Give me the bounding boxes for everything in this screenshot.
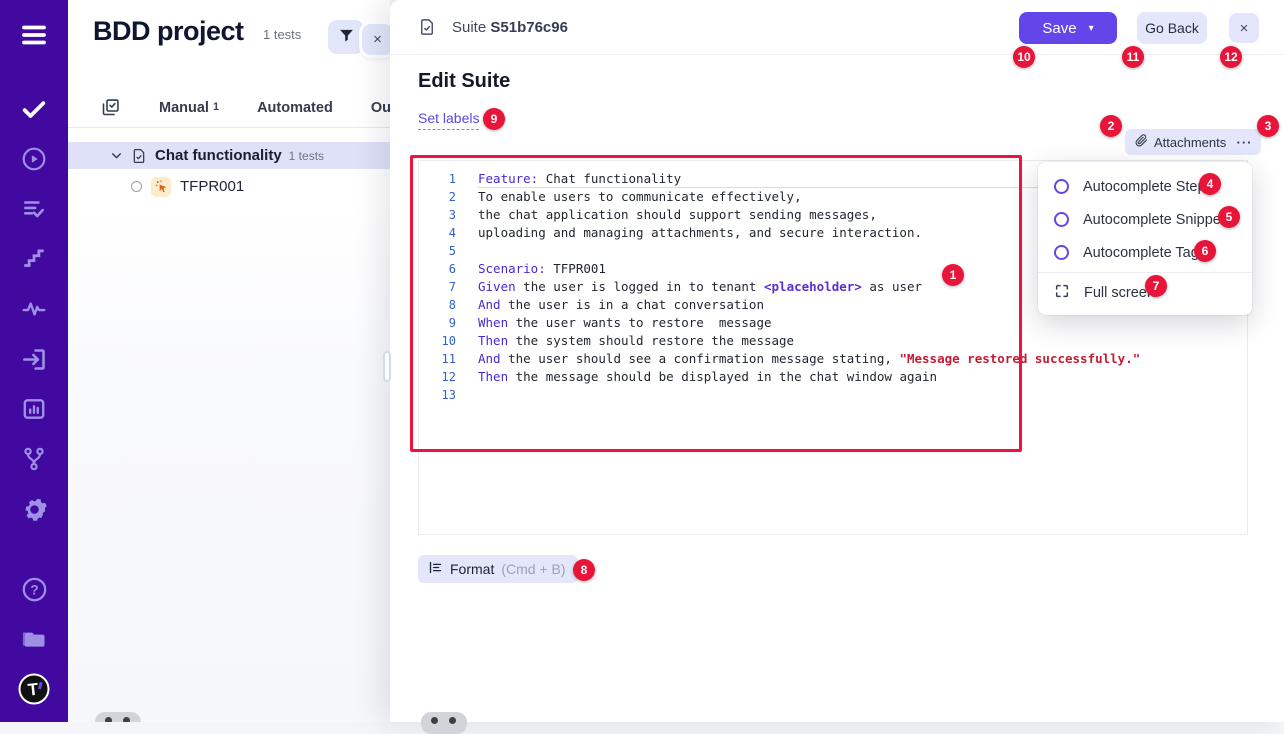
format-shortcut: (Cmd + B) — [501, 561, 565, 577]
tab-manual-count: 1 — [213, 101, 219, 113]
svg-text:?: ? — [30, 582, 38, 597]
line-number: 4 — [419, 224, 478, 242]
panel-resize-handle[interactable] — [383, 351, 391, 382]
editor-line: 12Then the message should be displayed i… — [419, 368, 1247, 386]
line-number: 11 — [419, 350, 478, 368]
annotation-badge-8: 8 — [573, 559, 595, 581]
filter-funnel-icon — [338, 27, 355, 47]
menu-item-autocomplete-tags[interactable]: Autocomplete Tags — [1038, 236, 1252, 269]
test-magic-cursor-icon — [151, 177, 171, 197]
line-number: 10 — [419, 332, 478, 350]
indent-icon — [428, 560, 443, 578]
filter-tabs: Manual 1 Automated Out of sync — [68, 88, 390, 128]
icon-rail: ? T — [0, 0, 68, 722]
test-status-circle[interactable] — [131, 181, 142, 192]
fullscreen-icon — [1054, 283, 1070, 303]
project-title: BDD project — [93, 16, 244, 47]
suite-doc-icon — [418, 18, 436, 36]
editor-line: 13 — [419, 386, 1247, 404]
annotation-badge-1: 1 — [942, 264, 964, 286]
editor-line: 10Then the system should restore the mes… — [419, 332, 1247, 350]
annotation-badge-11: 11 — [1122, 46, 1144, 68]
project-tests-count: 1 tests — [263, 27, 301, 42]
annotation-badge-12: 12 — [1220, 46, 1242, 68]
test-plans-icon[interactable] — [0, 184, 68, 234]
drawer-header: Suite S51b76c96 Save ▾ Go Back × — [390, 0, 1284, 55]
line-number: 3 — [419, 206, 478, 224]
page-title: Edit Suite — [418, 70, 510, 93]
annotation-badge-6: 6 — [1194, 240, 1216, 262]
hidden-widget-left[interactable] — [95, 712, 141, 722]
annotation-badge-5: 5 — [1218, 206, 1240, 228]
editor-line: 11And the user should see a confirmation… — [419, 350, 1247, 368]
annotation-badge-10: 10 — [1013, 46, 1035, 68]
menu-separator — [1038, 272, 1252, 273]
annotation-badge-3: 3 — [1257, 115, 1279, 137]
hidden-widget-right[interactable] — [421, 712, 467, 734]
import-icon[interactable] — [0, 334, 68, 384]
chevron-down-icon[interactable] — [110, 149, 123, 162]
tests-check-icon[interactable] — [0, 84, 68, 134]
format-button[interactable]: Format (Cmd + B) — [418, 555, 578, 583]
copy-check-icon[interactable] — [100, 97, 121, 118]
annotation-badge-4: 4 — [1199, 173, 1221, 195]
line-number: 1 — [419, 170, 478, 188]
close-icon: × — [373, 31, 382, 48]
line-number: 5 — [419, 242, 478, 260]
save-button[interactable]: Save ▾ — [1019, 12, 1117, 44]
tab-automated[interactable]: Automated — [257, 100, 333, 116]
line-number: 12 — [419, 368, 478, 386]
steps-stairs-icon[interactable] — [0, 234, 68, 284]
tab-manual[interactable]: Manual 1 — [159, 100, 219, 116]
attachments-button[interactable]: Attachments — [1125, 129, 1238, 155]
line-number: 7 — [419, 278, 478, 296]
panel-close-button[interactable]: × — [362, 24, 390, 55]
pulse-icon[interactable] — [0, 284, 68, 334]
radio-icon[interactable] — [1054, 212, 1069, 227]
settings-gear-icon[interactable] — [0, 484, 68, 534]
line-number: 13 — [419, 386, 478, 404]
help-icon[interactable]: ? — [0, 564, 68, 614]
suite-doc-icon — [131, 148, 147, 164]
go-back-button[interactable]: Go Back — [1137, 12, 1207, 44]
suite-label: Chat functionality — [155, 147, 282, 164]
set-labels-link[interactable]: Set labels — [418, 110, 479, 130]
filter-button[interactable] — [328, 20, 364, 54]
annotation-badge-9: 9 — [483, 108, 505, 130]
more-options-button[interactable]: ··· — [1228, 129, 1261, 155]
suite-tests-count: 1 tests — [289, 149, 324, 163]
suite-id: S51b76c96 — [490, 19, 568, 36]
tab-out-of-sync[interactable]: Out of sync — [371, 100, 390, 116]
radio-icon[interactable] — [1054, 179, 1069, 194]
suite-tree-row[interactable]: Chat functionality 1 tests — [68, 142, 390, 169]
branch-icon[interactable] — [0, 434, 68, 484]
save-caret-icon[interactable]: ▾ — [1089, 23, 1094, 34]
test-tree-row[interactable]: TFPR001 — [68, 173, 390, 200]
drawer-breadcrumb: Suite S51b76c96 — [452, 19, 568, 36]
line-number: 9 — [419, 314, 478, 332]
run-play-icon[interactable] — [0, 134, 68, 184]
annotation-badge-2: 2 — [1100, 115, 1122, 137]
test-label: TFPR001 — [180, 178, 244, 195]
reports-chart-icon[interactable] — [0, 384, 68, 434]
edit-suite-drawer: Suite S51b76c96 Save ▾ Go Back × Edit Su… — [390, 0, 1284, 722]
radio-icon[interactable] — [1054, 245, 1069, 260]
editor-line: 9When the user wants to restore message — [419, 314, 1247, 332]
line-number: 6 — [419, 260, 478, 278]
drawer-close-button[interactable]: × — [1229, 13, 1259, 43]
paperclip-icon — [1135, 134, 1148, 150]
menu-icon[interactable] — [0, 10, 68, 60]
annotation-badge-7: 7 — [1145, 275, 1167, 297]
project-panel: BDD project 1 tests × Manual 1 Automated… — [68, 0, 390, 722]
projects-folder-icon[interactable] — [0, 614, 68, 664]
app-logo[interactable]: T — [0, 664, 68, 714]
line-number: 2 — [419, 188, 478, 206]
line-number: 8 — [419, 296, 478, 314]
